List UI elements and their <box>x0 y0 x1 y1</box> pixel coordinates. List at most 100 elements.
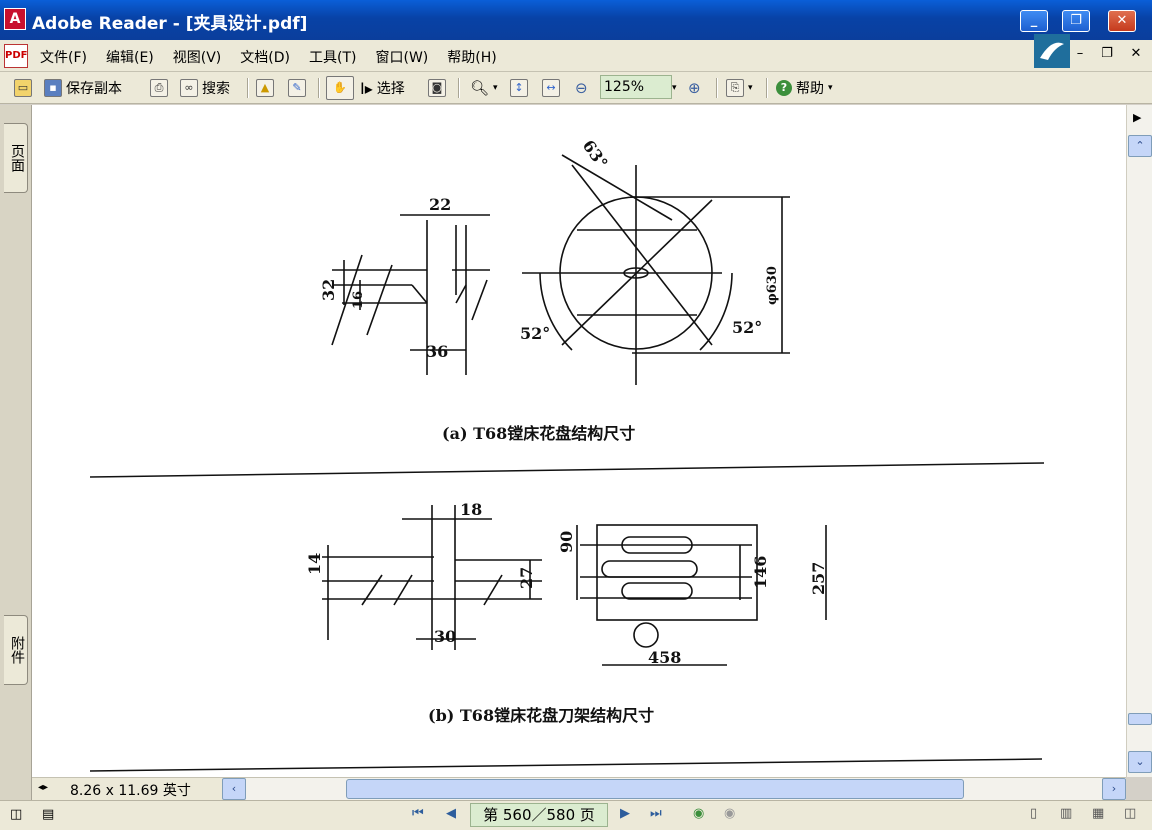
zoom-in-button[interactable]: ⊕ <box>688 76 701 100</box>
zoom-value: 125% <box>604 79 645 95</box>
menu-window[interactable]: 窗口(W) <box>375 47 428 67</box>
search-label: 搜索 <box>202 81 230 97</box>
menu-document[interactable]: 文档(D) <box>240 47 290 67</box>
next-page-button[interactable]: ▶ <box>620 806 630 821</box>
svg-text:22: 22 <box>429 195 451 214</box>
close-button[interactable]: ✕ <box>1108 10 1136 32</box>
select-label: 选择 <box>376 81 405 97</box>
continuous-page-icon[interactable]: ▥ <box>1060 806 1072 821</box>
first-page-button[interactable]: ⏮ <box>412 806 424 821</box>
doc-close-button[interactable]: ✕ <box>1126 46 1146 61</box>
svg-text:32: 32 <box>319 279 338 301</box>
window-title: Adobe Reader - [夹具设计.pdf] <box>32 14 308 34</box>
svg-text:52°: 52° <box>732 318 762 337</box>
svg-text:27: 27 <box>517 567 536 589</box>
toolbar-separator <box>766 78 768 98</box>
save-copy-label: 保存副本 <box>66 81 122 97</box>
rotate-view-button[interactable]: ⎘ ▾ <box>726 76 753 100</box>
fit-width-button[interactable]: ↔ <box>542 76 560 100</box>
help-label: 帮助 <box>796 81 824 97</box>
search-button[interactable]: ∞ 搜索 <box>180 76 230 100</box>
svg-text:63°: 63° <box>579 136 612 172</box>
previous-page-button[interactable]: ◀ <box>446 806 456 821</box>
facing-pages-icon[interactable]: ▦ <box>1092 806 1104 821</box>
panel-expand-arrow-icon[interactable]: ▶ <box>1133 111 1141 124</box>
figure-a-drawing <box>331 154 790 385</box>
scroll-left-button[interactable]: ‹ <box>222 778 246 800</box>
scroll-up-button[interactable]: ⌃ <box>1128 135 1152 157</box>
vertical-scroll-thumb[interactable] <box>1128 713 1152 725</box>
rotate-page-icon: ⎘ <box>726 79 744 97</box>
resize-arrows-icon[interactable]: ◂▸ <box>38 782 48 793</box>
annotate-button[interactable]: ✎ <box>288 76 306 100</box>
pdf-document-icon[interactable]: PDF <box>4 44 28 68</box>
next-view-button[interactable]: ◉ <box>724 806 735 821</box>
last-page-button[interactable]: ⏭ <box>650 806 662 821</box>
annotate-icon: ✎ <box>288 79 306 97</box>
menu-items: 文件(F) 编辑(E) 视图(V) 文档(D) 工具(T) 窗口(W) 帮助(H… <box>40 47 497 67</box>
figure-b-caption: (b) T68镗床花盘刀架结构尺寸 <box>428 706 654 725</box>
scroll-right-button[interactable]: › <box>1102 778 1126 800</box>
document-page: 22 32 16 36 63° φ630 52° 52° (a) T68镗床花盘… <box>89 136 1045 772</box>
restore-button[interactable]: ❐ <box>1062 10 1090 32</box>
doc-restore-button[interactable]: ❐ <box>1097 46 1117 61</box>
svg-text:257: 257 <box>809 562 828 595</box>
svg-text:18: 18 <box>460 500 482 519</box>
menu-tools[interactable]: 工具(T) <box>309 47 356 67</box>
figure-a-caption: (a) T68镗床花盘结构尺寸 <box>442 424 635 443</box>
menu-edit[interactable]: 编辑(E) <box>106 47 154 67</box>
continuous-facing-icon[interactable]: ◫ <box>1124 806 1136 821</box>
doc-minimize-button[interactable]: – <box>1070 46 1090 61</box>
horizontal-scroll-thumb[interactable] <box>346 779 964 799</box>
page-number-field[interactable]: 第 560／580 页 <box>470 803 608 827</box>
dropdown-arrow-icon: ▾ <box>828 83 833 93</box>
print-button[interactable]: ⎙ <box>150 76 168 100</box>
fit-page-button[interactable]: ↕ <box>510 76 528 100</box>
text-cursor-icon: I▸ <box>360 78 373 98</box>
save-copy-button[interactable]: ▪ 保存副本 <box>44 76 122 100</box>
single-page-icon[interactable]: ▯ <box>1030 806 1037 821</box>
minimize-button[interactable]: _ <box>1020 10 1048 32</box>
svg-text:52°: 52° <box>520 324 550 343</box>
tab-attachments[interactable]: 附件 <box>4 615 28 685</box>
binoculars-icon: ∞ <box>180 79 198 97</box>
zoom-out-button[interactable]: ⊖ <box>575 76 588 100</box>
zoom-out-icon: ⊖ <box>575 79 588 97</box>
tab-pages[interactable]: 页面 <box>4 123 28 193</box>
print-icon: ⎙ <box>150 79 168 97</box>
hand-tool-button[interactable]: ✋ <box>326 76 354 100</box>
svg-text:30: 30 <box>434 627 456 646</box>
select-tool-button[interactable]: I▸ 选择 <box>360 76 405 100</box>
zoom-in-icon: ⊕ <box>688 79 701 97</box>
highlight-button[interactable]: ▲ <box>256 76 274 100</box>
help-icon: ? <box>776 80 792 96</box>
page-indicator: 第 560／580 页 <box>483 806 595 824</box>
page-divider <box>89 462 1045 478</box>
adobe-reader-icon: A <box>4 8 26 30</box>
toolbar-separator <box>247 78 249 98</box>
document-view[interactable]: 22 32 16 36 63° φ630 52° 52° (a) T68镗床花盘… <box>32 105 1126 777</box>
tab-attachments-label: 附件 <box>9 636 25 664</box>
snapshot-button[interactable]: ◙ <box>428 76 446 100</box>
zoom-level-field[interactable]: 125% <box>600 75 672 99</box>
zoom-in-tool-button[interactable]: 🔍︎ ▾ <box>470 76 498 100</box>
dropdown-arrow-icon: ▾ <box>748 83 753 93</box>
menu-bar: PDF 文件(F) 编辑(E) 视图(V) 文档(D) 工具(T) 窗口(W) … <box>0 40 1152 72</box>
vertical-scrollbar[interactable]: ▶ ⌃ ⌄ <box>1126 105 1152 777</box>
figure-a-labels: 22 32 16 36 63° φ630 52° 52° <box>319 136 780 361</box>
scroll-down-button[interactable]: ⌄ <box>1128 751 1152 773</box>
help-button[interactable]: ? 帮助 ▾ <box>776 76 833 100</box>
page-layout-icon[interactable]: ▤ <box>42 807 54 822</box>
adobe-logo-icon <box>1034 34 1070 68</box>
fit-width-icon: ↔ <box>542 79 560 97</box>
menu-help[interactable]: 帮助(H) <box>447 47 496 67</box>
menu-view[interactable]: 视图(V) <box>173 47 222 67</box>
previous-view-button[interactable]: ◉ <box>693 806 704 821</box>
open-folder-icon: ▭ <box>14 79 32 97</box>
zoom-dropdown-button[interactable]: ▾ <box>672 76 677 100</box>
panel-toggle-icon[interactable]: ◫ <box>10 807 22 822</box>
menu-file[interactable]: 文件(F) <box>40 47 87 67</box>
svg-text:146: 146 <box>751 556 770 589</box>
toolbar-separator <box>318 78 320 98</box>
open-button[interactable]: ▭ <box>14 76 32 100</box>
